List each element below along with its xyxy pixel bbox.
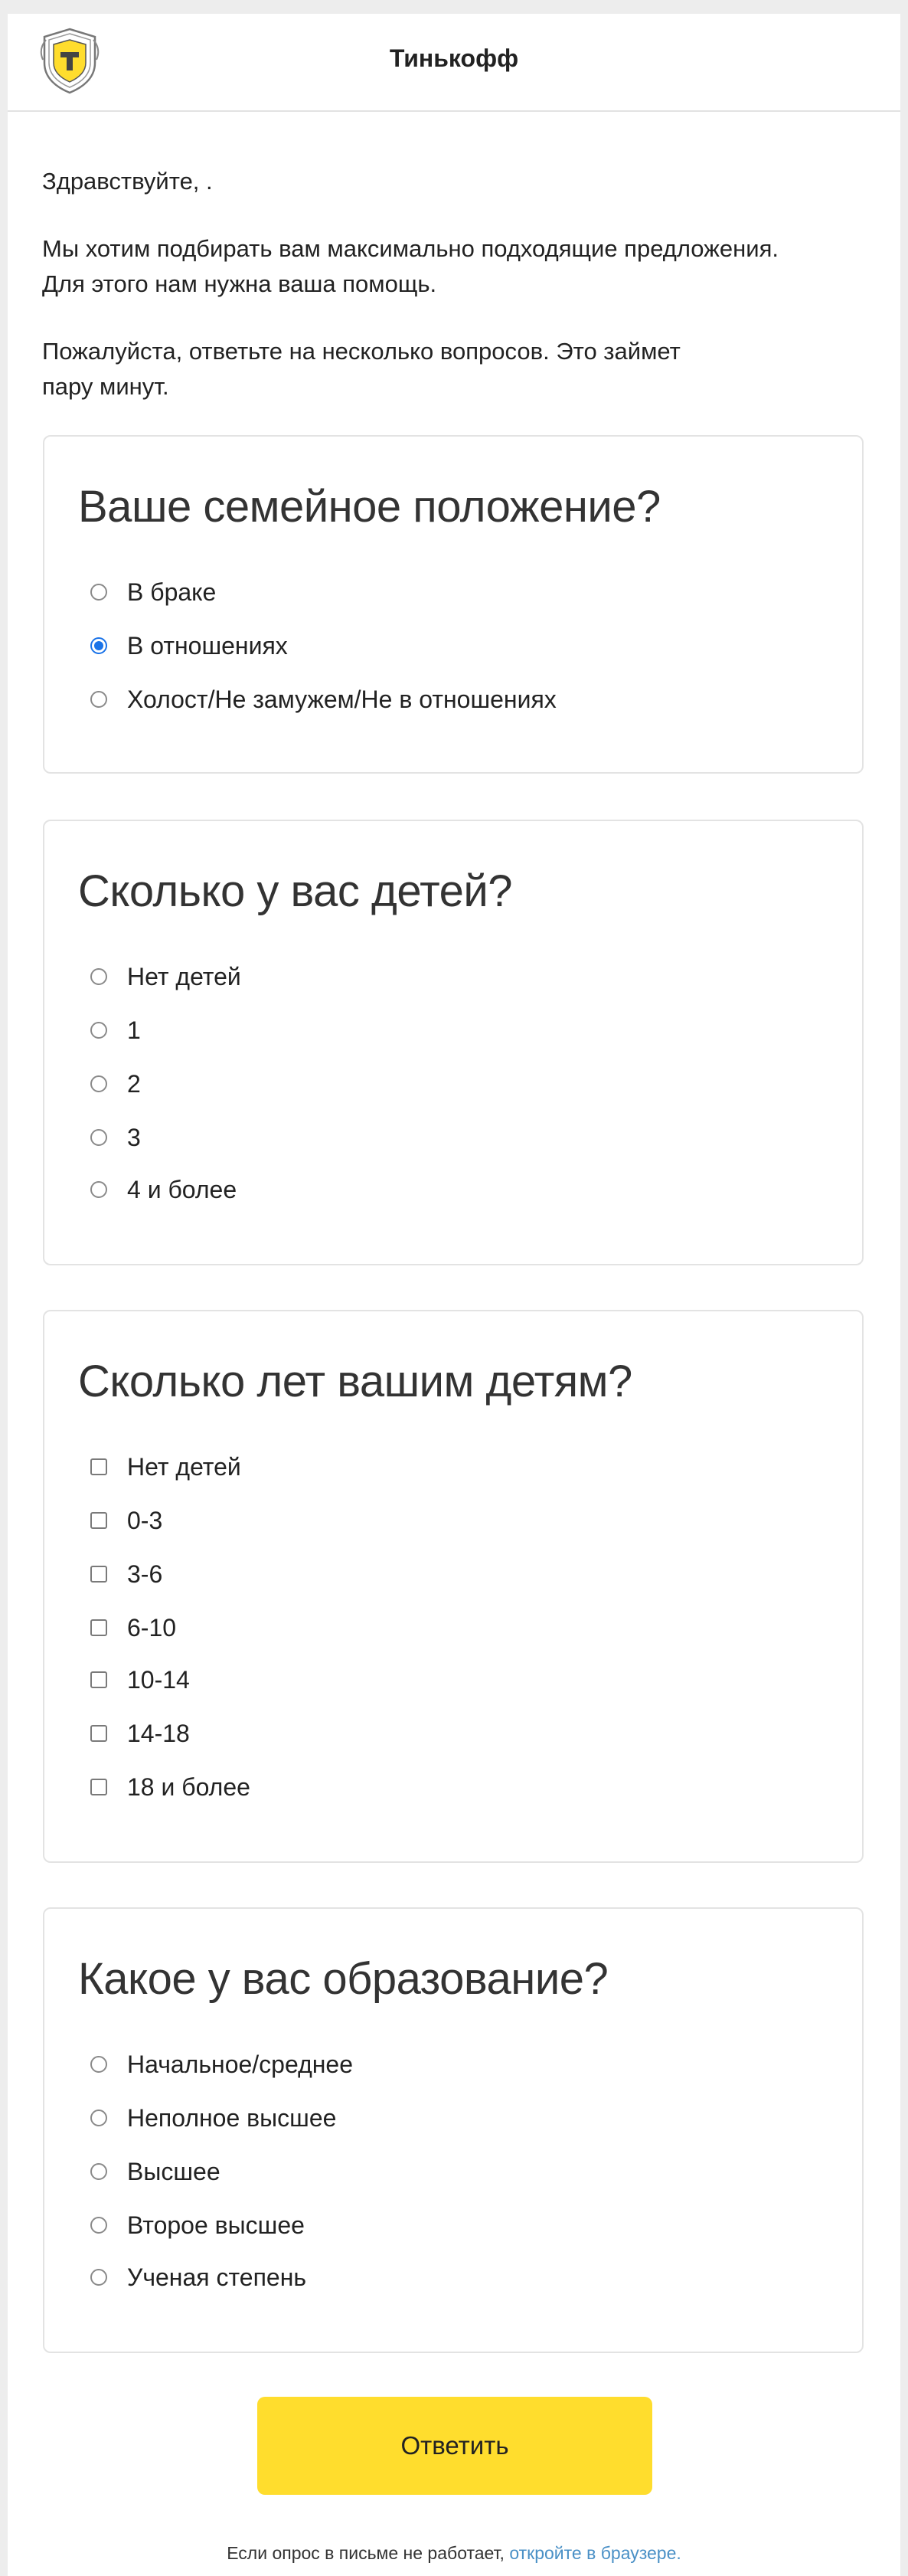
option-one-child[interactable]: 1 [90, 1011, 141, 1049]
footer-text: Если опрос в письме не работает, [227, 2543, 510, 2563]
radio-button[interactable] [90, 1022, 107, 1039]
option-label: Нет детей [127, 1452, 241, 1481]
option-label: Нет детей [127, 962, 241, 990]
radio-button[interactable] [90, 1181, 107, 1198]
option-label: 0-3 [127, 1506, 163, 1534]
option-no-children[interactable]: Нет детей [90, 957, 241, 996]
option-age-14-18[interactable]: 14-18 [90, 1714, 190, 1753]
checkbox[interactable] [90, 1619, 107, 1636]
option-single[interactable]: Холост/Не замужем/Не в отношениях [90, 680, 557, 718]
checkbox[interactable] [90, 1512, 107, 1529]
checkbox[interactable] [90, 1725, 107, 1742]
intro-line-1: Мы хотим подбирать вам максимально подхо… [42, 235, 779, 262]
option-edu-incomplete-higher[interactable]: Неполное высшее [90, 2099, 336, 2137]
question-title: Сколько у вас детей? [78, 866, 513, 916]
option-label: 10-14 [127, 1665, 190, 1694]
option-label: Неполное высшее [127, 2103, 337, 2132]
option-two-children[interactable]: 2 [90, 1065, 141, 1103]
option-age-0-3[interactable]: 0-3 [90, 1501, 162, 1540]
radio-button[interactable] [90, 1129, 107, 1146]
question-card-education: Какое у вас образование? Начальное/средн… [43, 1907, 864, 2353]
option-edu-secondary[interactable]: Начальное/среднее [90, 2045, 353, 2083]
option-label: В отношениях [127, 631, 288, 660]
option-label: 3 [127, 1123, 141, 1151]
option-age-10-14[interactable]: 10-14 [90, 1661, 190, 1699]
radio-button-selected[interactable] [90, 637, 107, 654]
question-title: Какое у вас образование? [78, 1954, 609, 2004]
footer-note: Если опрос в письме не работает, откройт… [8, 2543, 900, 2564]
submit-button[interactable]: Ответить [257, 2397, 652, 2495]
question-card-children-count: Сколько у вас детей? Нет детей 1 2 3 4 и… [43, 820, 864, 1265]
option-label: 2 [127, 1069, 141, 1098]
header: Тинькофф [8, 14, 900, 112]
question-title: Сколько лет вашим детям? [78, 1357, 632, 1406]
option-married[interactable]: В браке [90, 573, 216, 611]
radio-button[interactable] [90, 2269, 107, 2286]
option-four-plus-children[interactable]: 4 и более [90, 1170, 237, 1209]
option-age-6-10[interactable]: 6-10 [90, 1609, 176, 1647]
option-label: Начальное/среднее [127, 2050, 353, 2078]
option-label: В браке [127, 578, 217, 606]
radio-button[interactable] [90, 968, 107, 985]
option-label: 6-10 [127, 1613, 177, 1642]
email-page: Тинькофф Здравствуйте, . Мы хотим подбир… [8, 14, 900, 2576]
option-label: Холост/Не замужем/Не в отношениях [127, 685, 557, 713]
radio-button[interactable] [90, 2056, 107, 2073]
radio-button[interactable] [90, 584, 107, 601]
option-age-none[interactable]: Нет детей [90, 1448, 241, 1486]
question-card-children-ages: Сколько лет вашим детям? Нет детей 0-3 3… [43, 1310, 864, 1863]
option-label: 18 и более [127, 1772, 250, 1801]
intro-line-3: Пожалуйста, ответьте на несколько вопрос… [42, 338, 681, 365]
option-label: 14-18 [127, 1719, 190, 1747]
radio-button[interactable] [90, 2110, 107, 2126]
option-edu-higher[interactable]: Высшее [90, 2152, 220, 2191]
option-label: Второе высшее [127, 2211, 305, 2239]
option-label: 4 и более [127, 1175, 237, 1203]
option-in-relationship[interactable]: В отношениях [90, 627, 288, 665]
option-three-children[interactable]: 3 [90, 1118, 141, 1157]
option-label: Ученая степень [127, 2263, 307, 2291]
radio-button[interactable] [90, 691, 107, 708]
option-edu-degree[interactable]: Ученая степень [90, 2258, 306, 2296]
radio-button[interactable] [90, 2163, 107, 2180]
radio-button[interactable] [90, 1075, 107, 1092]
intro-line-4: пару минут. [42, 373, 169, 400]
option-label: 1 [127, 1016, 141, 1044]
checkbox[interactable] [90, 1779, 107, 1795]
question-title: Ваше семейное положение? [78, 482, 661, 532]
radio-button[interactable] [90, 2217, 107, 2234]
checkbox[interactable] [90, 1458, 107, 1475]
option-label: Высшее [127, 2157, 220, 2185]
option-label: 3-6 [127, 1560, 163, 1588]
open-in-browser-link[interactable]: откройте в браузере. [509, 2543, 681, 2563]
checkbox[interactable] [90, 1566, 107, 1583]
option-age-18-plus[interactable]: 18 и более [90, 1768, 250, 1806]
question-card-marital-status: Ваше семейное положение? В браке В отнош… [43, 435, 864, 774]
option-edu-second-higher[interactable]: Второе высшее [90, 2206, 305, 2244]
option-age-3-6[interactable]: 3-6 [90, 1555, 162, 1593]
greeting-text: Здравствуйте, . [42, 168, 213, 195]
brand-title: Тинькофф [389, 44, 519, 72]
intro-line-2: Для этого нам нужна ваша помощь. [42, 270, 437, 297]
checkbox[interactable] [90, 1671, 107, 1688]
